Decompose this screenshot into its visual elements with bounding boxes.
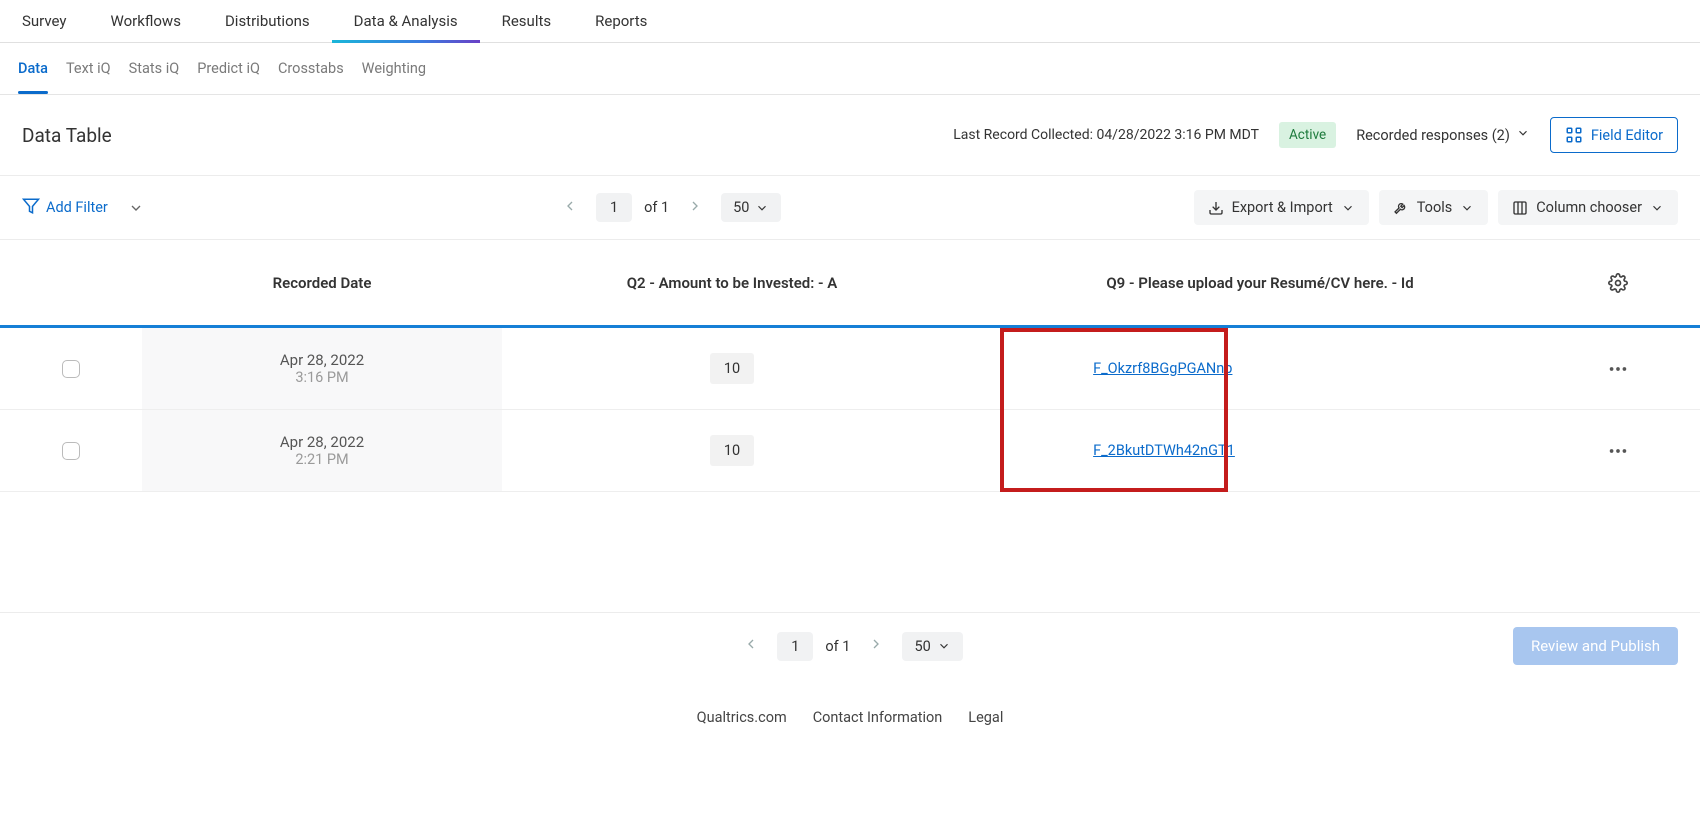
add-filter-label: Add Filter [46, 199, 108, 216]
gear-icon [1608, 273, 1628, 293]
tools-label: Tools [1417, 199, 1453, 216]
column-q9[interactable]: Q9 - Please upload your Resumé/CV here. … [962, 274, 1558, 292]
columns-icon [1512, 200, 1528, 216]
column-chooser-button[interactable]: Column chooser [1498, 190, 1678, 225]
cell-amount: 10 [502, 435, 962, 466]
topnav-results[interactable]: Results [480, 0, 574, 42]
cell-recorded-date: Apr 28, 2022 2:21 PM [142, 410, 502, 491]
page-title: Data Table [22, 124, 112, 147]
filter-icon [22, 197, 40, 219]
amount-value: 10 [710, 435, 754, 466]
wrench-icon [1393, 200, 1409, 216]
row-checkbox[interactable] [62, 360, 80, 378]
column-chooser-label: Column chooser [1536, 199, 1642, 216]
filter-menu-chevron[interactable] [128, 200, 144, 216]
footer-link-qualtrics[interactable]: Qualtrics.com [697, 709, 787, 726]
cell-file-id: F_2BkutDTWh42nGT1 [962, 442, 1558, 459]
footer-link-legal[interactable]: Legal [968, 709, 1003, 726]
topnav-workflows[interactable]: Workflows [89, 0, 203, 42]
footer-pager: 1 of 1 50 Review and Publish [0, 612, 1700, 679]
footer-pager-next[interactable] [862, 632, 890, 660]
page-size-dropdown[interactable]: 50 [721, 193, 781, 222]
sub-nav: Data Text iQ Stats iQ Predict iQ Crossta… [0, 43, 1700, 95]
recorded-responses-label: Recorded responses (2) [1356, 127, 1510, 144]
table-header-row: Recorded Date Q2 - Amount to be Invested… [0, 240, 1700, 328]
chevron-down-icon [1341, 201, 1355, 215]
footer-link-contact[interactable]: Contact Information [813, 709, 943, 726]
table-settings[interactable] [1558, 273, 1678, 293]
cell-amount: 10 [502, 353, 962, 384]
footer-page-size[interactable]: 50 [902, 632, 962, 661]
more-horizontal-icon [1607, 440, 1629, 462]
toolbar: Add Filter 1 of 1 50 Export & Import Too… [0, 176, 1700, 240]
export-import-button[interactable]: Export & Import [1194, 190, 1369, 225]
topnav-reports[interactable]: Reports [573, 0, 669, 42]
data-table-area: Recorded Date Q2 - Amount to be Invested… [0, 240, 1700, 492]
top-nav: Survey Workflows Distributions Data & An… [0, 0, 1700, 43]
page-header: Data Table Last Record Collected: 04/28/… [0, 95, 1700, 176]
column-recorded-date[interactable]: Recorded Date [142, 274, 502, 292]
cell-file-id: F_Okzrf8BGgPGANnb [962, 360, 1558, 377]
subnav-text-iq[interactable]: Text iQ [66, 43, 111, 94]
subnav-weighting[interactable]: Weighting [362, 43, 426, 94]
page-size-value: 50 [733, 199, 749, 216]
footer-pager-prev[interactable] [737, 632, 765, 660]
cell-recorded-date: Apr 28, 2022 3:16 PM [142, 328, 502, 409]
date-value: Apr 28, 2022 [280, 351, 364, 369]
table-row: Apr 28, 2022 2:21 PM 10 F_2BkutDTWh42nGT… [0, 410, 1700, 492]
status-badge: Active [1279, 122, 1336, 148]
time-value: 3:16 PM [295, 369, 348, 386]
last-record-collected: Last Record Collected: 04/28/2022 3:16 P… [953, 127, 1259, 143]
topnav-distributions[interactable]: Distributions [203, 0, 332, 42]
time-value: 2:21 PM [295, 451, 348, 468]
amount-value: 10 [710, 353, 754, 384]
footer-page-number[interactable]: 1 [777, 632, 813, 661]
subnav-stats-iq[interactable]: Stats iQ [129, 43, 180, 94]
chevron-down-icon [937, 639, 951, 653]
subnav-predict-iq[interactable]: Predict iQ [197, 43, 260, 94]
field-editor-icon [1565, 126, 1583, 144]
file-id-link[interactable]: F_Okzrf8BGgPGANnb [1093, 360, 1232, 377]
footer-page-size-value: 50 [914, 638, 930, 655]
export-import-label: Export & Import [1232, 199, 1333, 216]
pager-next[interactable] [681, 194, 709, 222]
topnav-survey[interactable]: Survey [18, 0, 89, 42]
footer-links: Qualtrics.com Contact Information Legal [0, 679, 1700, 756]
field-editor-label: Field Editor [1591, 127, 1663, 144]
data-table: Recorded Date Q2 - Amount to be Invested… [0, 240, 1700, 492]
recorded-responses-dropdown[interactable]: Recorded responses (2) [1356, 126, 1530, 144]
topnav-data-analysis[interactable]: Data & Analysis [332, 0, 480, 42]
column-q2[interactable]: Q2 - Amount to be Invested: - A [502, 274, 962, 292]
chevron-down-icon [1516, 126, 1530, 144]
tools-button[interactable]: Tools [1379, 190, 1489, 225]
subnav-data[interactable]: Data [18, 43, 48, 94]
date-value: Apr 28, 2022 [280, 433, 364, 451]
table-row: Apr 28, 2022 3:16 PM 10 F_Okzrf8BGgPGANn… [0, 328, 1700, 410]
add-filter-button[interactable]: Add Filter [22, 197, 108, 219]
footer-page-of: of 1 [825, 638, 850, 655]
row-checkbox[interactable] [62, 442, 80, 460]
row-actions[interactable] [1558, 358, 1678, 380]
chevron-down-icon [1650, 201, 1664, 215]
field-editor-button[interactable]: Field Editor [1550, 117, 1678, 153]
subnav-crosstabs[interactable]: Crosstabs [278, 43, 344, 94]
page-of-label: of 1 [644, 199, 669, 216]
file-id-link[interactable]: F_2BkutDTWh42nGT1 [1093, 442, 1235, 459]
pager-prev[interactable] [556, 194, 584, 222]
chevron-down-icon [755, 201, 769, 215]
download-icon [1208, 200, 1224, 216]
chevron-down-icon [1460, 201, 1474, 215]
more-horizontal-icon [1607, 358, 1629, 380]
row-actions[interactable] [1558, 440, 1678, 462]
page-number-input[interactable]: 1 [596, 193, 632, 222]
review-publish-button[interactable]: Review and Publish [1513, 627, 1678, 665]
